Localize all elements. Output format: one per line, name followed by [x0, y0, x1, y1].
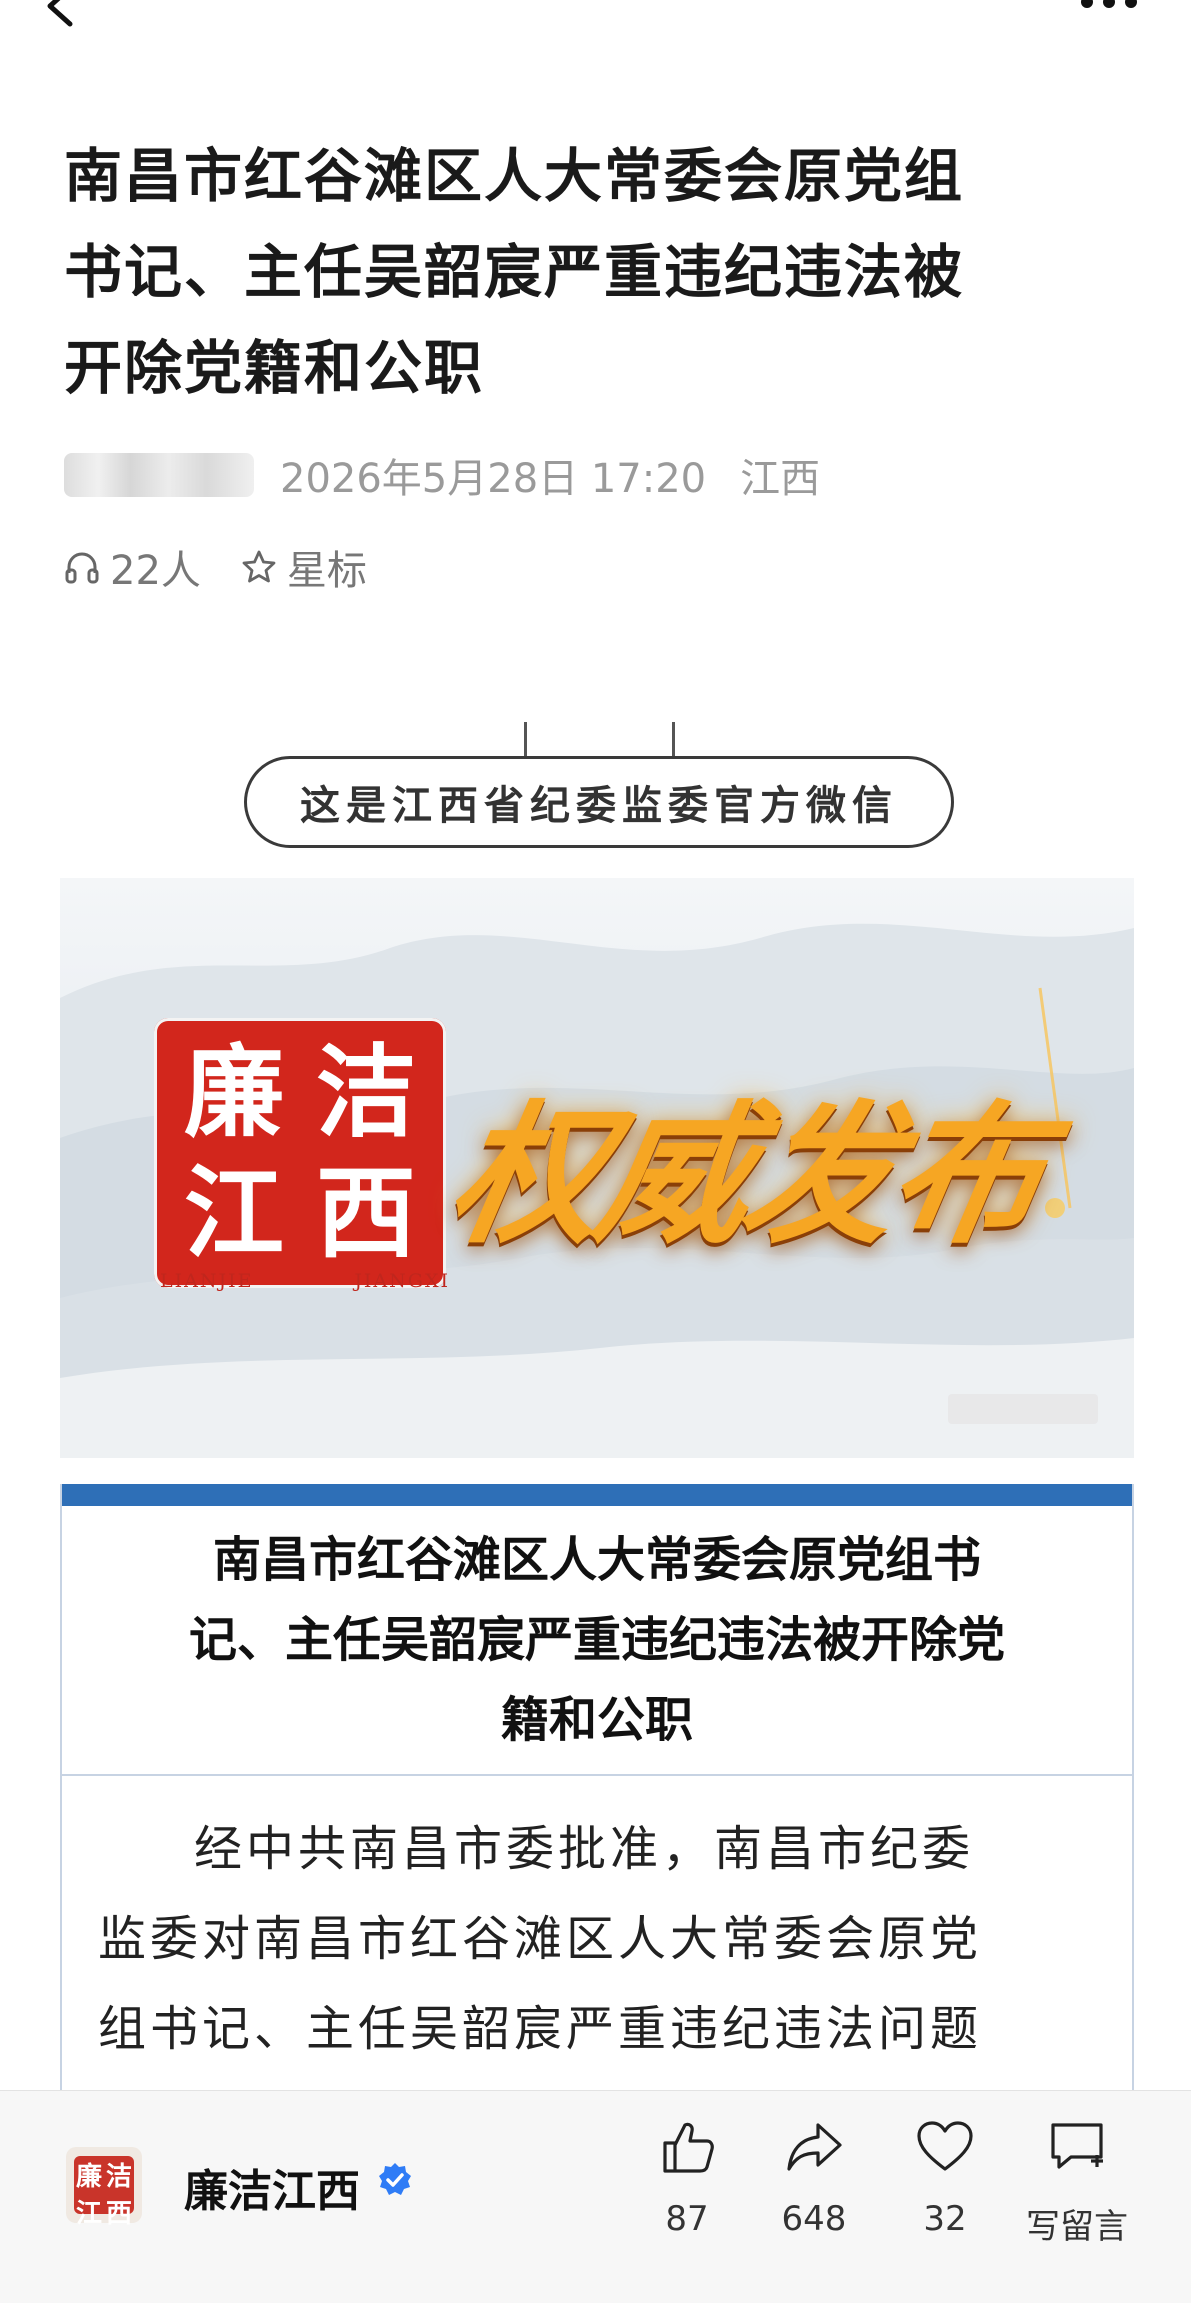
- official-account-pill: 这是江西省纪委监委官方微信: [244, 756, 954, 848]
- publish-location: 江西: [740, 456, 821, 502]
- seal-subtitle-left: LIANJIE: [160, 1270, 254, 1292]
- star-button[interactable]: 星标: [241, 538, 367, 596]
- article-title-line: 南昌市红谷滩区人大常委会原党组: [64, 142, 965, 210]
- seal-char: 廉: [184, 1033, 284, 1151]
- listener-count: 22人: [110, 548, 201, 594]
- favorite-button[interactable]: 32: [880, 2117, 1010, 2239]
- article-title: 南昌市红谷滩区人大常委会原党组 书记、主任吴韶宸严重违纪违法被 开除党籍和公职: [64, 128, 1124, 416]
- account-name[interactable]: 廉洁江西: [184, 2155, 360, 2219]
- watermark: [948, 1394, 1098, 1424]
- bottom-action-bar: 廉 洁 江 西 廉洁江西 87 648 32 写留言: [0, 2090, 1191, 2303]
- pill-hanger-right: [672, 722, 675, 756]
- like-button[interactable]: 87: [622, 2117, 752, 2239]
- card-title-line: 南昌市红谷滩区人大常委会原党组书: [212, 1532, 981, 1588]
- card-header: 南昌市红谷滩区人大常委会原党组书 记、主任吴韶宸严重违纪违法被开除党 籍和公职: [62, 1506, 1132, 1776]
- article-title-line: 开除党籍和公职: [64, 334, 485, 402]
- like-count: 87: [665, 2199, 709, 2239]
- seal-char: 西: [316, 1154, 416, 1272]
- comment-plus-icon: [1051, 2123, 1103, 2169]
- body-line: 经中共南昌市委批准，南昌市纪委: [194, 1821, 975, 1877]
- verified-badge-icon: [379, 2163, 411, 2195]
- pill-hanger-left: [524, 722, 527, 756]
- heart-icon: [917, 2121, 973, 2171]
- chevron-left-icon[interactable]: [38, 0, 86, 30]
- write-comment-label: 写留言: [1026, 2207, 1128, 2247]
- article-stats: 22人 星标: [64, 540, 367, 594]
- share-count: 648: [781, 2199, 847, 2239]
- more-dots-icon[interactable]: [1079, 0, 1139, 10]
- card-title-line: 籍和公职: [500, 1692, 693, 1748]
- seal-char: 江: [184, 1154, 284, 1272]
- avatar-char: 廉: [75, 2162, 102, 2192]
- star-icon: [242, 550, 276, 583]
- avatar-char: 洁: [105, 2162, 132, 2192]
- avatar-char: 江: [75, 2199, 102, 2229]
- favorite-count: 32: [923, 2199, 967, 2239]
- body-line: 监委对南昌市红谷滩区人大常委会原党: [98, 1911, 983, 1967]
- lianjie-jiangxi-seal: 廉 洁 江 西: [154, 1018, 446, 1288]
- write-comment-button[interactable]: 写留言: [1012, 2117, 1142, 2248]
- top-bar: [0, 0, 1191, 40]
- publish-date: 2026年5月28日 17:20: [280, 456, 707, 502]
- card-top-stripe: [62, 1484, 1132, 1506]
- article-meta: 2026年5月28日 17:20 江西: [64, 448, 820, 502]
- authority-release-headline: 权威发布: [438, 1087, 1054, 1264]
- seal-subtitle-right: JIANGXI: [354, 1270, 450, 1292]
- card-title: 南昌市红谷滩区人大常委会原党组书 记、主任吴韶宸严重违纪违法被开除党 籍和公职: [107, 1520, 1087, 1760]
- avatar-char: 西: [105, 2199, 132, 2229]
- star-label: 星标: [286, 548, 367, 594]
- card-title-line: 记、主任吴韶宸严重违纪违法被开除党: [188, 1612, 1005, 1668]
- avatar[interactable]: 廉 洁 江 西: [66, 2147, 142, 2229]
- seal-char: 洁: [316, 1033, 416, 1151]
- body-line: 组书记、主任吴韶宸严重违纪违法问题: [98, 2001, 983, 2057]
- headphones-icon: [65, 552, 99, 584]
- authority-release-banner: 廉 洁 江 西 LIANJIE JIANGXI 权威发布: [60, 878, 1134, 1458]
- thumbs-up-icon: [663, 2122, 714, 2173]
- card-body: 经中共南昌市委批准，南昌市纪委 监委对南昌市红谷滩区人大常委会原党 组书记、主任…: [98, 1804, 1098, 2074]
- seal-subtitle: LIANJIE JIANGXI: [160, 1270, 450, 1292]
- author-name-blurred[interactable]: [64, 453, 254, 497]
- share-button[interactable]: 648: [749, 2117, 879, 2239]
- share-icon: [787, 2123, 842, 2171]
- article-title-line: 书记、主任吴韶宸严重违纪违法被: [64, 238, 965, 306]
